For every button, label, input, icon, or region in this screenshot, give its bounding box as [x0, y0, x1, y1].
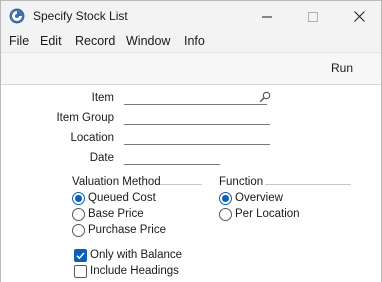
item-group-label: Item Group — [56, 112, 114, 124]
menu-file[interactable]: File — [9, 34, 29, 48]
menu-record[interactable]: Record — [75, 34, 115, 48]
item-field[interactable] — [124, 104, 267, 105]
base-price-label: Base Price — [88, 208, 144, 220]
menu-window[interactable]: Window — [126, 34, 170, 48]
minimize-button[interactable] — [244, 1, 290, 32]
menu-info[interactable]: Info — [184, 34, 205, 48]
minimize-icon — [262, 16, 272, 17]
valuation-method-title: Valuation Method — [72, 176, 161, 188]
purchase-price-label: Purchase Price — [88, 224, 166, 236]
overview-label: Overview — [235, 192, 283, 204]
specification-form: Item Item Group Location Date Valuation … — [1, 85, 381, 282]
item-label: Item — [91, 92, 114, 104]
date-field[interactable] — [124, 164, 220, 165]
location-field[interactable] — [124, 144, 270, 145]
menu-bar: File Edit Record Window Info — [1, 32, 381, 52]
only-with-balance-checkbox[interactable] — [74, 249, 87, 262]
function-divider — [265, 184, 351, 185]
include-headings-checkbox[interactable] — [74, 265, 87, 278]
per-location-radio[interactable] — [219, 208, 232, 221]
button-bar: Run — [1, 52, 381, 85]
window-title: Specify Stock List — [33, 9, 128, 23]
specify-stock-list-window: Specify Stock List File Edit Record Wind… — [0, 0, 382, 282]
run-button[interactable]: Run — [331, 61, 353, 75]
base-price-radio[interactable] — [72, 208, 85, 221]
maximize-button[interactable] — [290, 1, 336, 32]
close-icon — [353, 11, 365, 22]
item-group-field[interactable] — [124, 124, 270, 125]
search-icon[interactable] — [259, 91, 271, 103]
queued-cost-radio[interactable] — [72, 192, 85, 205]
queued-cost-label: Queued Cost — [88, 192, 156, 204]
close-button[interactable] — [336, 1, 382, 32]
valuation-method-divider — [160, 184, 202, 185]
title-bar[interactable]: Specify Stock List — [1, 1, 381, 32]
per-location-label: Per Location — [235, 208, 300, 220]
date-label: Date — [89, 152, 114, 164]
function-title: Function — [219, 176, 264, 188]
only-with-balance-label: Only with Balance — [90, 249, 183, 261]
checkmark-icon — [76, 252, 85, 260]
overview-radio[interactable] — [219, 192, 232, 205]
location-label: Location — [70, 132, 114, 144]
app-logo-icon — [9, 8, 25, 24]
maximize-icon — [308, 11, 318, 22]
menu-edit[interactable]: Edit — [40, 34, 62, 48]
include-headings-label: Include Headings — [90, 265, 179, 277]
purchase-price-radio[interactable] — [72, 224, 85, 237]
